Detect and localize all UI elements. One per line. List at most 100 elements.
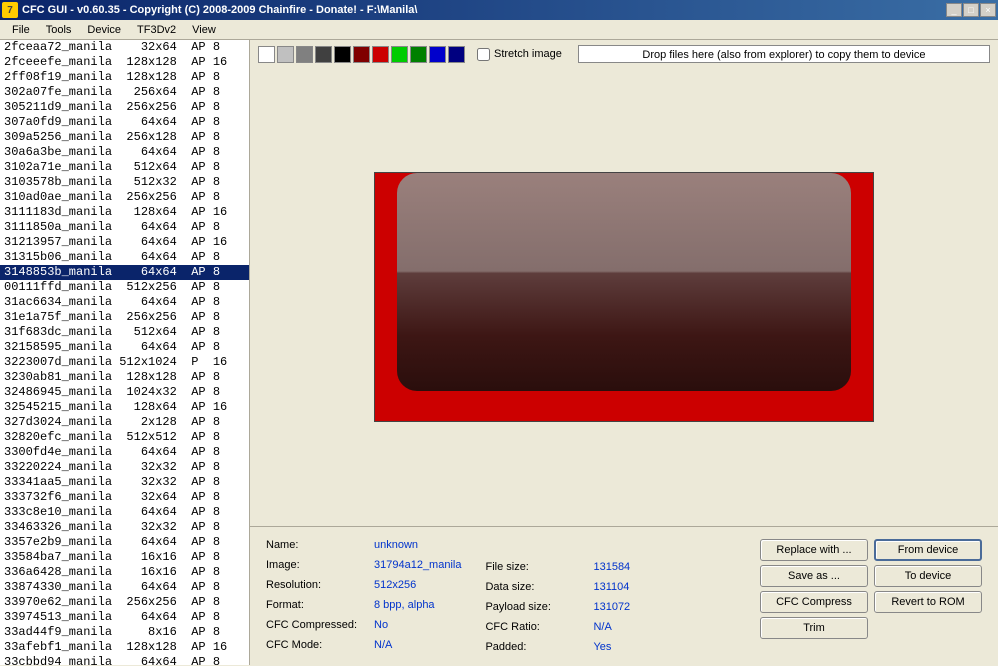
resolution-value: 512x256 [374, 579, 416, 591]
file-row[interactable]: 3103578b_manila 512x32 AP 8 [0, 175, 249, 190]
file-row[interactable]: 3102a71e_manila 512x64 AP 8 [0, 160, 249, 175]
file-row[interactable]: 2fceaa72_manila 32x64 AP 8 [0, 40, 249, 55]
stretch-checkbox-input[interactable] [477, 48, 490, 61]
payload-label: Payload size: [485, 601, 585, 613]
file-row[interactable]: 309a5256_manila 256x128 AP 8 [0, 130, 249, 145]
cfc-ratio-value: N/A [593, 621, 611, 633]
app-icon: 7 [2, 2, 18, 18]
file-row[interactable]: 32158595_manila 64x64 AP 8 [0, 340, 249, 355]
filesize-value: 131584 [593, 561, 630, 573]
resolution-label: Resolution: [266, 579, 366, 591]
file-row[interactable]: 33ad44f9_manila 8x16 AP 8 [0, 625, 249, 640]
cfc-comp-value: No [374, 619, 388, 631]
color-swatch-3[interactable] [315, 46, 332, 63]
menu-file[interactable]: File [4, 22, 38, 38]
file-row[interactable]: 33463326_manila 32x32 AP 8 [0, 520, 249, 535]
color-swatch-0[interactable] [258, 46, 275, 63]
color-swatch-1[interactable] [277, 46, 294, 63]
file-row[interactable]: 333732f6_manila 32x64 AP 8 [0, 490, 249, 505]
minimize-button[interactable]: _ [946, 3, 962, 17]
format-value: 8 bpp, alpha [374, 599, 435, 611]
file-row[interactable]: 33584ba7_manila 16x16 AP 8 [0, 550, 249, 565]
file-row[interactable]: 3148853b_manila 64x64 AP 8 [0, 265, 249, 280]
file-row[interactable]: 33970e62_manila 256x256 AP 8 [0, 595, 249, 610]
replace-button[interactable]: Replace with ... [760, 539, 868, 561]
file-row[interactable]: 307a0fd9_manila 64x64 AP 8 [0, 115, 249, 130]
drop-zone[interactable]: Drop files here (also from explorer) to … [578, 45, 990, 63]
preview-image [374, 172, 874, 422]
file-row[interactable]: 3357e2b9_manila 64x64 AP 8 [0, 535, 249, 550]
preview-inner [397, 173, 851, 391]
preview-area [250, 68, 998, 526]
menu-tools[interactable]: Tools [38, 22, 80, 38]
from-device-button[interactable]: From device [874, 539, 982, 561]
file-row[interactable]: 3111850a_manila 64x64 AP 8 [0, 220, 249, 235]
padded-label: Padded: [485, 641, 585, 653]
cfc-compress-button[interactable]: CFC Compress [760, 591, 868, 613]
color-swatch-10[interactable] [448, 46, 465, 63]
revert-button[interactable]: Revert to ROM [874, 591, 982, 613]
file-row[interactable]: 33220224_manila 32x32 AP 8 [0, 460, 249, 475]
file-row[interactable]: 3223007d_manila 512x1024 P 16 [0, 355, 249, 370]
file-row[interactable]: 33cbbd94_manila 64x64 AP 8 [0, 655, 249, 665]
stretch-image-checkbox[interactable]: Stretch image [477, 48, 562, 61]
file-list[interactable]: 2fceaa72_manila 32x64 AP 82fceeefe_manil… [0, 40, 249, 665]
color-swatch-6[interactable] [372, 46, 389, 63]
right-panel: Stretch image Drop files here (also from… [250, 40, 998, 665]
file-row[interactable]: 302a07fe_manila 256x64 AP 8 [0, 85, 249, 100]
file-row[interactable]: 3111183d_manila 128x64 AP 16 [0, 205, 249, 220]
file-row[interactable]: 32545215_manila 128x64 AP 16 [0, 400, 249, 415]
stretch-label: Stretch image [494, 48, 562, 60]
menu-tf3dv2[interactable]: TF3Dv2 [129, 22, 184, 38]
color-swatch-8[interactable] [410, 46, 427, 63]
file-row[interactable]: 2ff08f19_manila 128x128 AP 8 [0, 70, 249, 85]
file-row[interactable]: 31213957_manila 64x64 AP 16 [0, 235, 249, 250]
datasize-value: 131104 [593, 581, 629, 593]
file-row[interactable]: 31f683dc_manila 512x64 AP 8 [0, 325, 249, 340]
file-row[interactable]: 3300fd4e_manila 64x64 AP 8 [0, 445, 249, 460]
file-row[interactable]: 333c8e10_manila 64x64 AP 8 [0, 505, 249, 520]
file-row[interactable]: 31e1a75f_manila 256x256 AP 8 [0, 310, 249, 325]
file-row[interactable]: 310ad0ae_manila 256x256 AP 8 [0, 190, 249, 205]
file-row[interactable]: 327d3024_manila 2x128 AP 8 [0, 415, 249, 430]
cfc-comp-label: CFC Compressed: [266, 619, 366, 631]
color-swatch-9[interactable] [429, 46, 446, 63]
to-device-button[interactable]: To device [874, 565, 982, 587]
file-row[interactable]: 305211d9_manila 256x256 AP 8 [0, 100, 249, 115]
color-swatch-7[interactable] [391, 46, 408, 63]
name-label: Name: [266, 539, 366, 551]
file-row[interactable]: 33afebf1_manila 128x128 AP 16 [0, 640, 249, 655]
padded-value: Yes [593, 641, 611, 653]
name-value: unknown [374, 539, 418, 551]
file-row[interactable]: 32486945_manila 1024x32 AP 8 [0, 385, 249, 400]
trim-button[interactable]: Trim [760, 617, 868, 639]
menubar: FileToolsDeviceTF3Dv2View [0, 20, 998, 40]
titlebar: 7 CFC GUI - v0.60.35 - Copyright (C) 200… [0, 0, 998, 20]
image-label: Image: [266, 559, 366, 571]
format-label: Format: [266, 599, 366, 611]
color-swatch-5[interactable] [353, 46, 370, 63]
file-row[interactable]: 00111ffd_manila 512x256 AP 8 [0, 280, 249, 295]
toolbar: Stretch image Drop files here (also from… [250, 40, 998, 68]
file-row[interactable]: 336a6428_manila 16x16 AP 8 [0, 565, 249, 580]
color-swatch-2[interactable] [296, 46, 313, 63]
file-row[interactable]: 33874330_manila 64x64 AP 8 [0, 580, 249, 595]
file-row[interactable]: 30a6a3be_manila 64x64 AP 8 [0, 145, 249, 160]
file-row[interactable]: 31ac6634_manila 64x64 AP 8 [0, 295, 249, 310]
cfc-ratio-label: CFC Ratio: [485, 621, 585, 633]
color-swatch-4[interactable] [334, 46, 351, 63]
file-row[interactable]: 31315b06_manila 64x64 AP 8 [0, 250, 249, 265]
file-row[interactable]: 32820efc_manila 512x512 AP 8 [0, 430, 249, 445]
file-row[interactable]: 33341aa5_manila 32x32 AP 8 [0, 475, 249, 490]
info-panel: Name:unknown Image:31794a12_manila Resol… [250, 526, 998, 665]
maximize-button[interactable]: □ [963, 3, 979, 17]
file-row[interactable]: 3230ab81_manila 128x128 AP 8 [0, 370, 249, 385]
menu-view[interactable]: View [184, 22, 224, 38]
menu-device[interactable]: Device [79, 22, 129, 38]
titlebar-text: CFC GUI - v0.60.35 - Copyright (C) 2008-… [22, 4, 946, 16]
close-button[interactable]: × [980, 3, 996, 17]
file-row[interactable]: 33974513_manila 64x64 AP 8 [0, 610, 249, 625]
file-row[interactable]: 2fceeefe_manila 128x128 AP 16 [0, 55, 249, 70]
save-as-button[interactable]: Save as ... [760, 565, 868, 587]
cfc-mode-label: CFC Mode: [266, 639, 366, 651]
